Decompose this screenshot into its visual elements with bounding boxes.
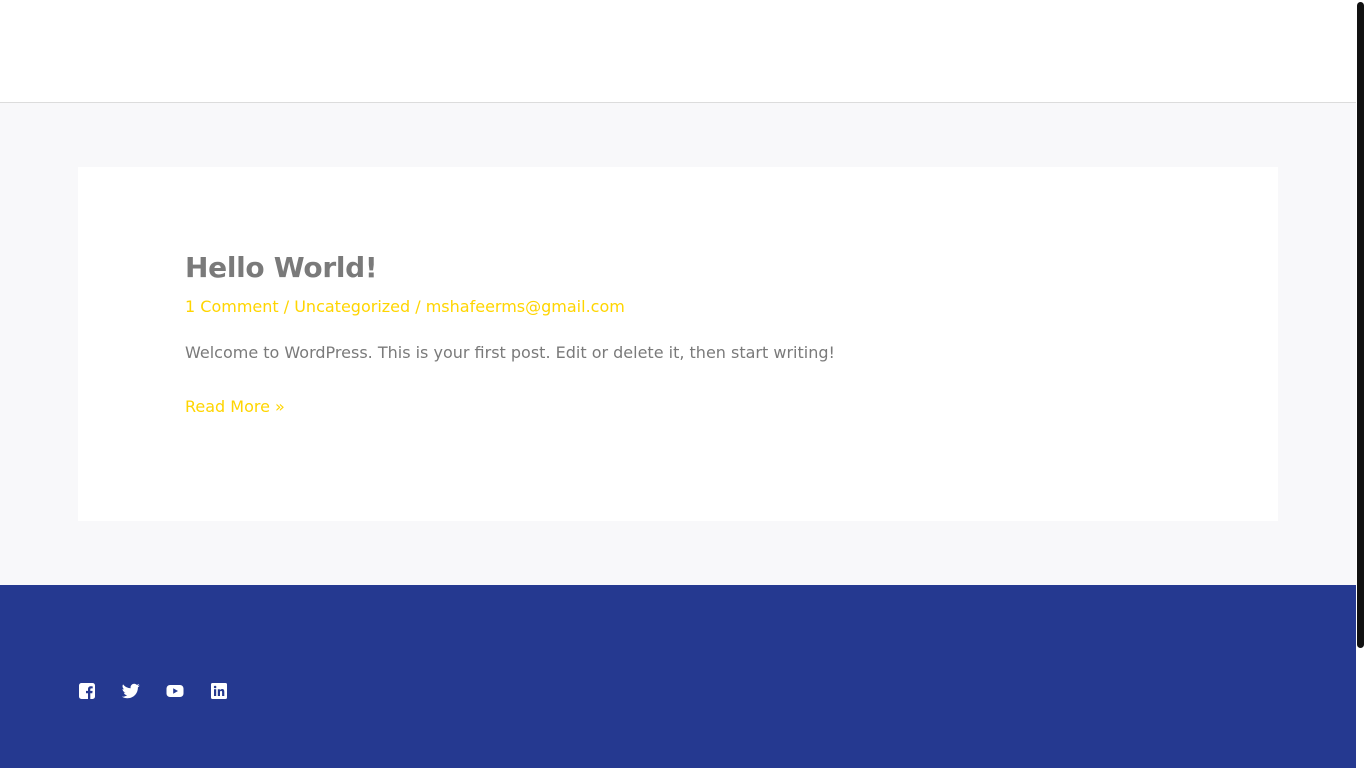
facebook-icon[interactable] — [78, 682, 96, 700]
comments-link[interactable]: 1 Comment — [185, 297, 279, 316]
site-header — [0, 0, 1356, 103]
youtube-icon[interactable] — [166, 682, 184, 700]
linkedin-icon[interactable] — [210, 682, 228, 700]
scrollbar-thumb[interactable] — [1357, 2, 1364, 648]
post-meta: 1 Comment / Uncategorized / mshafeerms@g… — [185, 297, 625, 316]
post-excerpt: Welcome to WordPress. This is your first… — [185, 343, 835, 362]
meta-separator: / — [410, 297, 426, 316]
page: Hello World! 1 Comment / Uncategorized /… — [0, 0, 1366, 768]
author-link[interactable]: mshafeerms@gmail.com — [426, 297, 625, 316]
site-footer — [0, 585, 1356, 768]
category-link[interactable]: Uncategorized — [294, 297, 410, 316]
content-area: Hello World! 1 Comment / Uncategorized /… — [0, 103, 1356, 585]
meta-separator: / — [278, 297, 295, 316]
post-title[interactable]: Hello World! — [185, 251, 378, 284]
social-links — [78, 682, 228, 700]
post-card: Hello World! 1 Comment / Uncategorized /… — [78, 167, 1278, 521]
twitter-icon[interactable] — [122, 682, 140, 700]
read-more-link[interactable]: Read More » — [185, 397, 285, 416]
